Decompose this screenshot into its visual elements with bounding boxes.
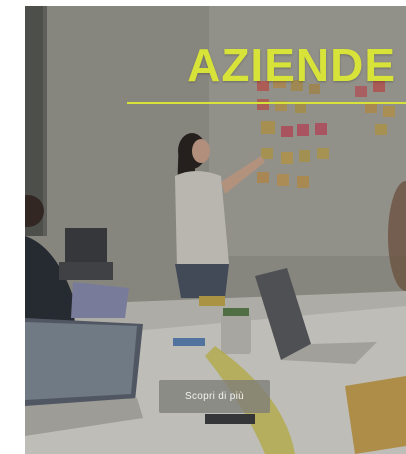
hero-title: AZIENDE — [187, 39, 396, 91]
hero-card[interactable]: AZIENDE Scopri di più — [25, 6, 406, 454]
discover-more-button[interactable]: Scopri di più — [159, 380, 270, 413]
title-underline — [127, 102, 406, 104]
